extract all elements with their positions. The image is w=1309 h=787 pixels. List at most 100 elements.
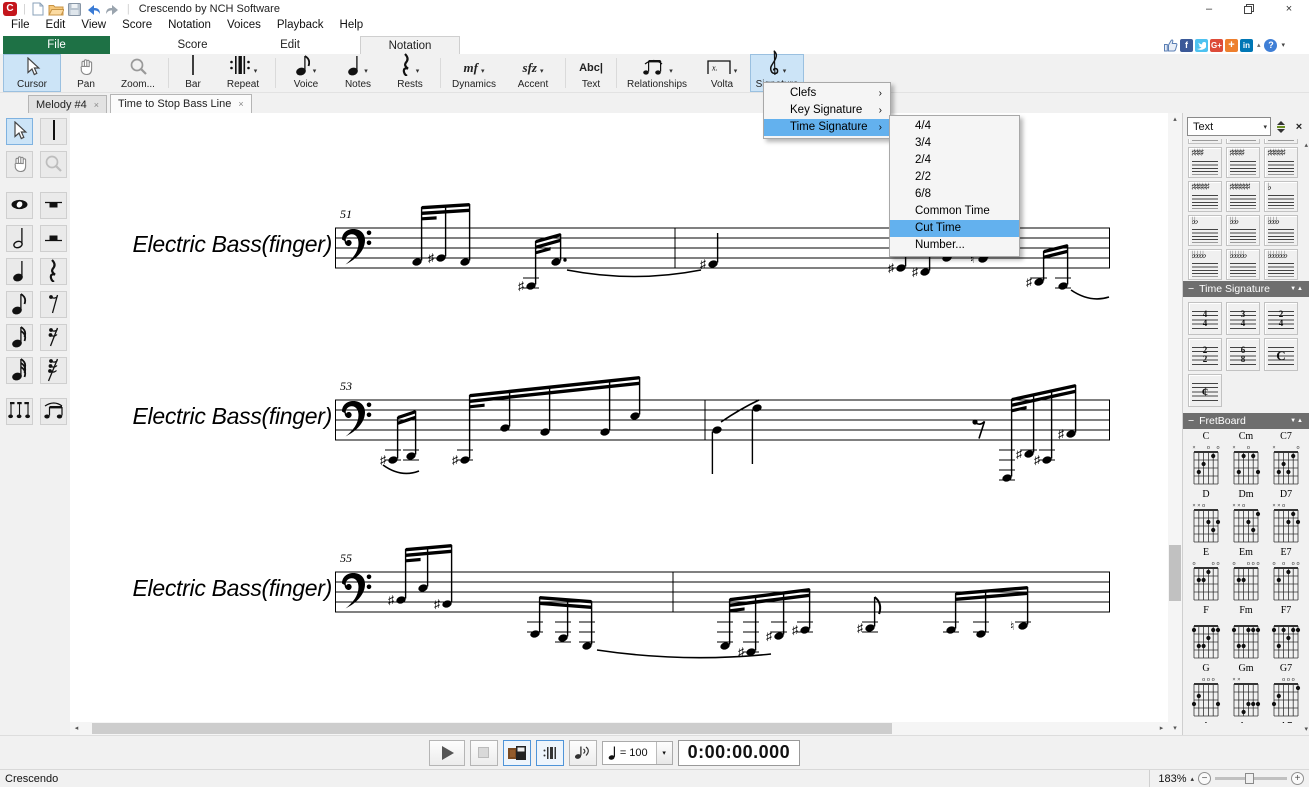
zoom-in-button[interactable]: + [1291, 772, 1304, 785]
dropdown-arrow-icon[interactable]: ▾ [364, 67, 368, 75]
undo-icon[interactable] [85, 1, 101, 17]
chord-gm[interactable]: Gm×× [1227, 663, 1265, 721]
tempo-dropdown-icon[interactable]: ▾ [656, 742, 672, 764]
horizontal-scroll-thumb[interactable] [92, 723, 892, 734]
chord-c7[interactable]: C7×o [1267, 431, 1305, 489]
toolbar-rests-button[interactable]: ▾Rests [383, 54, 437, 92]
key-signature-thumb[interactable]: ♭ [1264, 181, 1298, 212]
menu-playback[interactable]: Playback [269, 18, 332, 35]
document-tab[interactable]: Time to Stop Bass Line× [110, 94, 252, 113]
time-signature-section-header[interactable]: − Time Signature ▼▲ [1183, 281, 1309, 297]
chord-g[interactable]: Gooo [1187, 663, 1225, 721]
toolbar-repeat-button[interactable]: ▾Repeat [214, 54, 272, 92]
chord-f7[interactable]: F7 [1267, 605, 1305, 663]
share-plus-icon[interactable]: + [1225, 39, 1238, 52]
key-signature-thumb[interactable]: ♭♭ [1188, 215, 1222, 246]
tool-half-rest[interactable] [40, 225, 67, 252]
menu-item-time-signature[interactable]: Time Signature› [764, 119, 890, 136]
menu-view[interactable]: View [73, 18, 114, 35]
scroll-right-icon[interactable]: ▸ [1155, 722, 1168, 735]
tool-whole-rest[interactable] [40, 192, 67, 219]
menu-item-cut-time[interactable]: Cut Time [890, 220, 1019, 237]
dropdown-arrow-icon[interactable]: ▾ [313, 67, 317, 75]
redo-icon[interactable] [105, 1, 121, 17]
scroll-down-icon[interactable]: ▾ [1168, 722, 1182, 735]
tool-zoom[interactable] [40, 151, 67, 178]
tool-quarter-note[interactable] [6, 258, 33, 285]
zoom-percent[interactable]: 183% [1158, 773, 1186, 785]
menu-item-clefs[interactable]: Clefs› [764, 85, 890, 102]
chord-am[interactable]: Am×oo [1227, 721, 1265, 723]
key-signature-thumb[interactable]: ♯♯♯♯♯ [1226, 147, 1260, 178]
key-signature-thumb[interactable]: ♯♯♯♯♯♯♯ [1226, 181, 1260, 212]
vertical-scrollbar[interactable]: ▴ ▾ [1168, 113, 1182, 735]
dropdown-arrow-icon[interactable]: ▾ [783, 67, 787, 75]
menu-file[interactable]: File [3, 18, 38, 35]
menu-item-number-[interactable]: Number... [890, 237, 1019, 254]
horizontal-scrollbar[interactable]: ◂ ▸ [70, 722, 1168, 735]
tool-beam[interactable] [40, 398, 67, 425]
document-tab[interactable]: Melody #4× [28, 95, 107, 113]
tool-triplet[interactable] [6, 398, 33, 425]
chord-g7[interactable]: G7ooo [1267, 663, 1305, 721]
tool-quarter-rest[interactable] [40, 258, 67, 285]
key-signature-thumb[interactable]: ♭♭♭♭♭♭♭ [1264, 249, 1298, 280]
time-signature-thumb-6-8[interactable]: 68 [1226, 338, 1260, 371]
help-dropdown-icon[interactable]: ▾ [1281, 41, 1285, 49]
key-signature-thumb[interactable]: ♯♯♯ [1188, 139, 1222, 144]
menu-item-3-4[interactable]: 3/4 [890, 135, 1019, 152]
chord-e[interactable]: Eooo [1187, 547, 1225, 605]
zoom-slider-thumb[interactable] [1245, 773, 1254, 784]
time-signature-thumb-3-4[interactable]: 34 [1226, 302, 1260, 335]
zoom-out-button[interactable]: − [1198, 772, 1211, 785]
chord-fm[interactable]: Fm [1227, 605, 1265, 663]
toolbar-pan-button[interactable]: Pan [61, 54, 111, 92]
toolbar-accent-button[interactable]: sfz▾Accent [504, 54, 562, 92]
toolbar-volta-button[interactable]: x.▾Volta [694, 54, 750, 92]
time-signature-thumb-4-4[interactable]: 44 [1188, 302, 1222, 335]
staff-system[interactable]: 55♯♯♯♯♯♯♮ [335, 542, 1125, 672]
ribbon-tab-file[interactable]: File [3, 36, 110, 54]
scroll-left-icon[interactable]: ◂ [70, 722, 83, 735]
panel-scroll-down-icon[interactable]: ▾ [1304, 725, 1308, 733]
googleplus-icon[interactable]: G+ [1210, 39, 1223, 52]
menu-item-6-8[interactable]: 6/8 [890, 186, 1019, 203]
help-icon[interactable]: ? [1264, 39, 1277, 52]
panel-expand-icon[interactable] [1273, 118, 1289, 135]
zoom-caret-icon[interactable]: ▴ [1190, 775, 1194, 783]
time-signature-thumb-2-4[interactable]: 24 [1264, 302, 1298, 335]
menu-item-key-signature[interactable]: Key Signature› [764, 102, 890, 119]
stop-button[interactable] [470, 740, 498, 766]
toolbar-relationships-button[interactable]: ▾Relationships [620, 54, 694, 92]
staff-system[interactable]: 53♯♯♯♯♯ [335, 370, 1125, 500]
tool-thirtysecond-note[interactable] [6, 357, 33, 384]
chord-d7[interactable]: D7××o [1267, 489, 1305, 547]
new-document-icon[interactable] [32, 1, 44, 17]
key-signature-thumb[interactable]: ♯♯♯♯ [1188, 147, 1222, 178]
menu-score[interactable]: Score [114, 18, 160, 35]
tool-half-note[interactable] [6, 225, 33, 252]
tool-thirtysecond-rest[interactable] [40, 357, 67, 384]
key-signature-thumb[interactable]: ♭♭♭ [1226, 215, 1260, 246]
collapse-ribbon-icon[interactable]: ▴ [1257, 41, 1261, 49]
key-signature-thumb[interactable]: ♯♯♯♯ [1226, 139, 1260, 144]
toolbar-bar-button[interactable]: Bar [172, 54, 214, 92]
chord-c[interactable]: C×oo [1187, 431, 1225, 489]
chord-a[interactable]: A×oo [1187, 721, 1225, 723]
dropdown-arrow-icon[interactable]: ▾ [481, 67, 485, 75]
follow-playback-button[interactable] [536, 740, 564, 766]
toolbar-dynamics-button[interactable]: mf▾Dynamics [444, 54, 504, 92]
close-tab-icon[interactable]: × [94, 100, 99, 110]
vertical-scroll-thumb[interactable] [1169, 545, 1181, 601]
dropdown-arrow-icon[interactable]: ▾ [254, 67, 258, 75]
twitter-icon[interactable] [1195, 39, 1208, 52]
ribbon-tab-edit[interactable]: Edit [255, 36, 325, 54]
time-signature-thumb-C[interactable]: C [1264, 338, 1298, 371]
tempo-value[interactable]: 100 [629, 747, 647, 759]
tool-whole-note[interactable] [6, 192, 33, 219]
toolbar-notes-button[interactable]: ▾Notes [333, 54, 383, 92]
chord-cm[interactable]: Cm×o [1227, 431, 1265, 489]
menu-item-4-4[interactable]: 4/4 [890, 118, 1019, 135]
panel-close-icon[interactable]: × [1291, 118, 1307, 135]
like-icon[interactable] [1163, 37, 1178, 53]
